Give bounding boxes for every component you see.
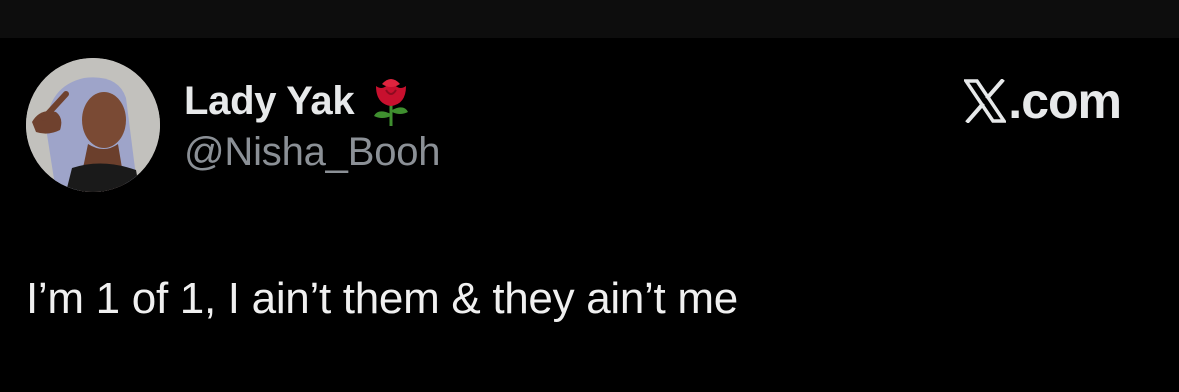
top-status-strip bbox=[0, 0, 1179, 38]
user-handle[interactable]: @Nisha_Booh bbox=[184, 130, 441, 175]
display-name[interactable]: Lady Yak bbox=[184, 79, 355, 124]
x-logo-icon bbox=[964, 79, 1007, 123]
rose-icon bbox=[374, 79, 409, 126]
tweet-card[interactable]: Lady Yak @Nisha_Booh .com I’m 1 of 1, I … bbox=[0, 38, 1179, 392]
tweet-text: I’m 1 of 1, I ain’t them & they ain’t me bbox=[26, 274, 738, 323]
display-name-row: Lady Yak bbox=[184, 74, 414, 128]
site-badge: .com bbox=[964, 72, 1122, 130]
avatar[interactable] bbox=[26, 58, 160, 192]
site-domain-label: .com bbox=[1008, 73, 1122, 129]
